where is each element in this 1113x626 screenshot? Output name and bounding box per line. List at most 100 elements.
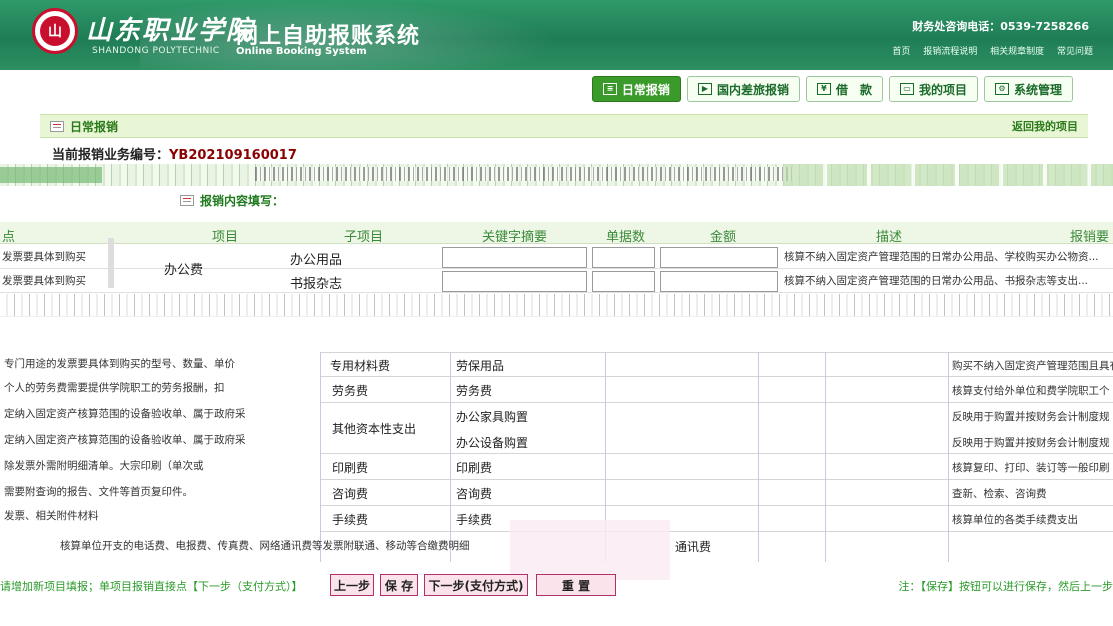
top-link-rules[interactable]: 相关规章制度 <box>990 47 1044 57</box>
footer-hint: 请增加新项目填报；单项目报销直接点【下一步（支付方式）】 <box>0 580 303 593</box>
doc-count-input[interactable] <box>592 271 655 292</box>
glitch-strip <box>0 164 1113 186</box>
row-subitem: 手续费 <box>456 513 493 527</box>
col-divider <box>758 352 759 562</box>
module-my-projects[interactable]: ▭ 我的项目 <box>888 76 978 102</box>
school-name-en: SHANDONG POLYTECHNIC <box>92 46 220 56</box>
row-subitem: 办公用品 <box>290 253 343 268</box>
row-subitem: 办公家具购置 <box>456 410 529 424</box>
amount-input[interactable] <box>660 247 778 268</box>
row-subitem: 书报杂志 <box>290 277 343 292</box>
module-system-admin[interactable]: ⚙ 系统管理 <box>983 76 1073 102</box>
note-line: 核算单位开支的电话费、电报费、传真费、网络通讯费等发票附联通、移动等合缴费明细 <box>60 540 470 552</box>
row-divider <box>320 505 1113 506</box>
row-subitem: 印刷费 <box>456 461 493 475</box>
header-banner: 山 山东职业学院 SHANDONG POLYTECHNIC 网上自助报账系统 O… <box>0 0 1113 70</box>
module-travel-reimbursement[interactable]: ▶ 国内差旅报销 <box>686 76 800 102</box>
breadcrumb: 日常报销 返回我的项目 <box>40 114 1088 138</box>
footer-actions: 请增加新项目填报；单项目报销直接点【下一步（支付方式）】 上一步 保 存 下一步… <box>0 572 1113 598</box>
money-icon: ¥ <box>816 83 831 95</box>
reset-button[interactable]: 重 置 <box>536 574 616 596</box>
grid-header: 点 项目 子项目 关键字摘要 单据数 金额 描述 报销要 <box>0 222 1113 245</box>
business-number-value: YB202109160017 <box>169 148 297 163</box>
row-note: 发票要具体到购买 <box>2 275 86 287</box>
col-header-point: 点 <box>2 230 16 245</box>
requirement-notes: 专门用途的发票要具体到购买的型号、数量、单价 个人的劳务费需要提供学院职工的劳务… <box>0 352 262 562</box>
table-row: 发票要具体到购买 办公费 办公用品 核算不纳入固定资产管理范围的日常办公用品、学… <box>0 246 1113 278</box>
row-subitem: 咨询费 <box>456 487 493 501</box>
row-item: 印刷费 <box>332 461 369 475</box>
row-subitem: 通讯费 <box>675 540 712 554</box>
prev-step-button[interactable]: 上一步 <box>330 574 374 596</box>
col-header-subitem: 子项目 <box>344 230 384 245</box>
row-divider <box>320 352 1113 353</box>
telecom-note: 核算单位开支的电话费、电报费、传真费、网络通讯费等发票附联通、移动等合缴费明细 <box>60 538 485 558</box>
breadcrumb-title-group: 日常报销 <box>50 118 118 135</box>
row-divider <box>320 479 1113 480</box>
row-description: 反映用于购置并按财务会计制度规 <box>952 411 1110 423</box>
module-nav: ≡ 日常报销 ▶ 国内差旅报销 ¥ 借 款 ▭ 我的项目 ⚙ 系统管理 <box>591 76 1073 102</box>
col-header-requirement: 报销要 <box>1070 230 1110 245</box>
gear-icon: ⚙ <box>994 83 1009 95</box>
logo-mark: 山 <box>40 16 70 46</box>
col-divider <box>450 352 451 562</box>
note-line: 个人的劳务费需要提供学院职工的劳务报酬，扣 <box>4 382 225 394</box>
car-icon: ▶ <box>697 83 712 95</box>
row-description: 核算复印、打印、装订等一般印刷 <box>952 462 1110 474</box>
footer-note: 注：【保存】按钮可以进行保存，然后上一步 <box>898 580 1113 593</box>
col-divider <box>320 352 321 562</box>
glitch-block <box>255 167 795 181</box>
school-logo: 山 <box>32 8 78 54</box>
hotline: 财务处咨询电话：0539-7258266 <box>912 20 1089 33</box>
save-button[interactable]: 保 存 <box>380 574 418 596</box>
row-divider <box>320 453 1113 454</box>
scrollbar[interactable] <box>108 238 114 288</box>
business-number-label: 当前报销业务编号： <box>52 148 170 163</box>
top-link-faq[interactable]: 常见问题 <box>1057 47 1093 57</box>
breadcrumb-title: 日常报销 <box>70 119 119 134</box>
document-icon: ≡ <box>602 83 617 95</box>
note-line: 发票、相关附件材料 <box>4 510 99 522</box>
note-line: 专门用途的发票要具体到购买的型号、数量、单价 <box>4 358 235 370</box>
top-links: 首页 报销流程说明 相关规章制度 常见问题 <box>882 44 1093 57</box>
row-item: 手续费 <box>332 513 369 527</box>
col-header-keyword: 关键字摘要 <box>482 230 548 245</box>
module-loan[interactable]: ¥ 借 款 <box>805 76 883 102</box>
row-divider <box>320 376 1113 377</box>
row-description: 查新、检索、咨询费 <box>952 488 1047 500</box>
module-label: 借 款 <box>835 82 872 97</box>
doc-count-input[interactable] <box>592 247 655 268</box>
module-label: 系统管理 <box>1013 82 1062 97</box>
note-line: 定纳入固定资产核算范围的设备验收单、属于政府采 <box>4 434 246 446</box>
col-header-doc-count: 单据数 <box>606 230 646 245</box>
return-my-projects-link[interactable]: 返回我的项目 <box>1012 118 1078 134</box>
col-header-amount: 金额 <box>710 230 737 245</box>
top-link-home[interactable]: 首页 <box>892 47 910 57</box>
note-line: 除发票外需附明细清单。大宗印刷（单次或 <box>4 460 204 472</box>
row-subitem: 劳务费 <box>456 384 493 398</box>
folder-icon: ▭ <box>899 83 914 95</box>
next-step-button[interactable]: 下一步(支付方式) <box>424 574 528 596</box>
section-title-text: 报销内容填写： <box>200 194 285 208</box>
keyword-input[interactable] <box>442 271 587 292</box>
col-header-description: 描述 <box>876 230 903 245</box>
table-row: 发票要具体到购买 书报杂志 核算不纳入固定资产管理范围的日常办公用品、书报杂志等… <box>0 270 1113 293</box>
module-label: 日常报销 <box>621 82 670 97</box>
row-note: 发票要具体到购买 <box>2 251 86 263</box>
row-item: 其他资本性支出 <box>332 422 417 436</box>
row-item: 咨询费 <box>332 487 369 501</box>
amount-input[interactable] <box>660 271 778 292</box>
col-divider <box>948 352 949 562</box>
keyword-input[interactable] <box>442 247 587 268</box>
document-icon <box>50 120 64 132</box>
note-line: 定纳入固定资产核算范围的设备验收单、属于政府采 <box>4 408 246 420</box>
top-link-process[interactable]: 报销流程说明 <box>923 47 977 57</box>
module-label: 我的项目 <box>918 82 967 97</box>
row-divider <box>320 402 1113 403</box>
module-daily-reimbursement[interactable]: ≡ 日常报销 <box>591 76 681 102</box>
row-item: 劳务费 <box>332 384 369 398</box>
note-line: 需要附查询的报告、文件等首页复印件。 <box>4 486 193 498</box>
row-description: 核算不纳入固定资产管理范围的日常办公用品、学校购买办公物资... <box>784 251 1099 263</box>
row-description: 购买不纳入固定资产管理范围且具有 <box>952 360 1113 372</box>
glitch-row <box>0 294 1113 317</box>
